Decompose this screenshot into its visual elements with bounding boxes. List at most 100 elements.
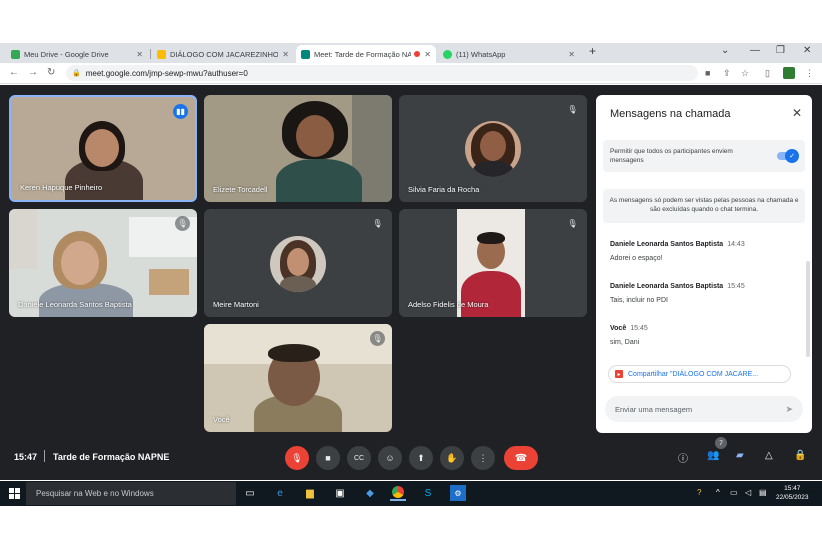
captions-button[interactable]: CC <box>347 446 371 470</box>
app-icon[interactable]: ◆ <box>362 485 378 501</box>
hand-icon: ✋ <box>446 452 458 463</box>
close-icon[interactable]: ✕ <box>424 50 431 59</box>
participant-video <box>268 344 320 362</box>
chrome-icon[interactable] <box>390 485 406 501</box>
present-button[interactable]: ⬆ <box>409 446 433 470</box>
message-text: sim, Dani <box>610 339 640 346</box>
people-icon[interactable]: 👥 <box>707 450 719 461</box>
system-clock[interactable]: 15:47 22/05/2023 <box>776 484 809 502</box>
google-meet-icon <box>301 49 310 59</box>
send-icon[interactable]: ➤ <box>785 404 793 415</box>
participant-name: Adelso Fidelis de Moura <box>408 300 489 309</box>
participant-video <box>149 269 189 295</box>
meeting-title: Tarde de Formação NAPNE <box>53 452 170 462</box>
participant-name: Elizete Torcadell <box>213 185 268 194</box>
participant-tile[interactable]: 🎙 Daniele Leonarda Santos Baptista <box>9 209 197 317</box>
participant-video <box>85 129 119 167</box>
info-icon[interactable]: ⓘ <box>678 450 688 465</box>
window-close-button[interactable]: ✕ <box>803 45 811 56</box>
host-controls-icon[interactable]: 🔒 <box>794 450 806 461</box>
participant-tile[interactable]: 🎙 Você <box>204 324 392 432</box>
side-panel-icon[interactable]: ▯ <box>765 68 770 79</box>
extension-icon[interactable] <box>783 67 795 79</box>
minimize-button[interactable]: — <box>750 45 760 56</box>
camera-icon[interactable]: ■ <box>705 68 710 78</box>
more-options-button[interactable]: ⋮ <box>471 446 495 470</box>
windows-taskbar: Pesquisar na Web e no Windows ▭ e ▆ ▣ ◆ … <box>0 481 822 506</box>
permission-label: Permitir que todos os participantes envi… <box>610 148 733 164</box>
emoji-button[interactable]: ☺ <box>378 446 402 470</box>
chat-scrollbar[interactable] <box>806 261 810 357</box>
raise-hand-button[interactable]: ✋ <box>440 446 464 470</box>
participant-tile[interactable]: 🎙 Adelso Fidelis de Moura <box>399 209 587 317</box>
close-icon[interactable]: ✕ <box>792 106 802 120</box>
slides-icon: ▸ <box>615 370 623 378</box>
participant-video <box>9 209 37 269</box>
participant-tile[interactable]: 🎙 Silvia Faria da Rocha <box>399 95 587 202</box>
recording-indicator-icon <box>414 51 421 57</box>
message-sender: Daniele Leonarda Santos Baptista <box>610 241 724 248</box>
participant-tile[interactable]: Elizete Torcadell <box>204 95 392 202</box>
message-input[interactable] <box>615 404 786 414</box>
tab-search-icon[interactable]: ⌄ <box>721 45 729 56</box>
close-icon[interactable]: ✕ <box>568 50 575 59</box>
chevron-up-icon[interactable]: ^ <box>716 488 720 497</box>
participant-name: Silvia Faria da Rocha <box>408 185 480 194</box>
edge-icon[interactable]: e <box>272 485 288 501</box>
share-icon[interactable]: ⇪ <box>723 68 731 79</box>
settings-icon[interactable]: ⚙ <box>450 485 466 501</box>
tab-google-drive[interactable]: Meu Drive - Google Drive ✕ <box>6 45 148 63</box>
participant-avatar <box>465 121 521 177</box>
tab-divider <box>150 49 151 59</box>
clock-date: 22/05/2023 <box>776 494 809 501</box>
store-icon[interactable]: ▣ <box>332 485 348 501</box>
activities-icon[interactable]: △ <box>765 450 773 461</box>
participant-tile[interactable]: ▮▮ Keren Hapuque Pinheiro <box>9 95 197 202</box>
skype-icon[interactable]: S <box>420 485 436 501</box>
tab-title: (11) WhatsApp <box>456 49 506 59</box>
divider <box>44 450 45 462</box>
close-icon[interactable]: ✕ <box>136 50 143 59</box>
task-view-icon[interactable]: ▭ <box>242 485 258 501</box>
help-icon[interactable]: ? <box>697 488 701 497</box>
new-tab-button[interactable]: + <box>589 44 596 58</box>
participant-video <box>276 159 362 202</box>
back-arrow-icon[interactable]: ← <box>9 67 19 78</box>
chat-permission-setting: Permitir que todos os participantes envi… <box>603 140 805 172</box>
notification-icon[interactable]: ▤ <box>759 488 767 497</box>
tab-slides[interactable]: DIÁLOGO COM JACAREZINHO.pp ✕ <box>152 45 294 63</box>
leave-call-button[interactable]: ☎ <box>504 446 538 470</box>
windows-start-icon[interactable] <box>9 488 20 499</box>
share-file-chip[interactable]: ▸ Compartilhar "DIÁLOGO COM JACARE... <box>608 365 791 383</box>
reload-icon[interactable]: ↻ <box>47 67 55 78</box>
captions-icon: CC <box>353 454 365 462</box>
taskbar-search-box[interactable]: Pesquisar na Web e no Windows <box>26 482 236 505</box>
file-explorer-icon[interactable]: ▆ <box>302 485 318 501</box>
participant-name: Keren Hapuque Pinheiro <box>20 183 103 192</box>
message-composer: ➤ <box>605 396 803 422</box>
permission-toggle[interactable]: ✓ <box>777 149 799 163</box>
close-icon[interactable]: ✕ <box>282 50 289 59</box>
mic-off-icon: 🎙 <box>175 216 190 231</box>
volume-icon[interactable]: ◁ <box>745 488 751 497</box>
present-screen-icon: ⬆ <box>417 452 425 463</box>
url-text: meet.google.com/jmp-sewp-mwu?authuser=0 <box>85 68 248 78</box>
mic-off-icon: 🎙 <box>565 216 580 231</box>
url-field[interactable]: 🔒 meet.google.com/jmp-sewp-mwu?authuser=… <box>66 65 698 81</box>
tab-whatsapp[interactable]: (11) WhatsApp ✕ <box>438 45 580 63</box>
menu-icon[interactable]: ⋮ <box>805 68 814 79</box>
participant-name: Você <box>213 415 230 424</box>
battery-icon[interactable]: ▭ <box>730 488 738 497</box>
phone-hangup-icon: ☎ <box>514 452 528 464</box>
smiley-icon: ☺ <box>385 453 395 463</box>
whatsapp-icon <box>443 49 452 59</box>
forward-arrow-icon[interactable]: → <box>28 67 38 78</box>
camera-toggle-button[interactable]: ■ <box>316 446 340 470</box>
restore-button[interactable]: ❐ <box>776 45 785 56</box>
speaking-indicator-icon: ▮▮ <box>173 104 188 119</box>
participant-tile[interactable]: 🎙 Meire Martoni <box>204 209 392 317</box>
mic-toggle-button[interactable]: 🎙 <box>285 446 309 470</box>
bookmark-star-icon[interactable]: ☆ <box>741 68 749 79</box>
chat-icon[interactable]: ▰ <box>736 450 744 461</box>
tab-meet[interactable]: Meet: Tarde de Formação NA ✕ <box>296 45 436 63</box>
